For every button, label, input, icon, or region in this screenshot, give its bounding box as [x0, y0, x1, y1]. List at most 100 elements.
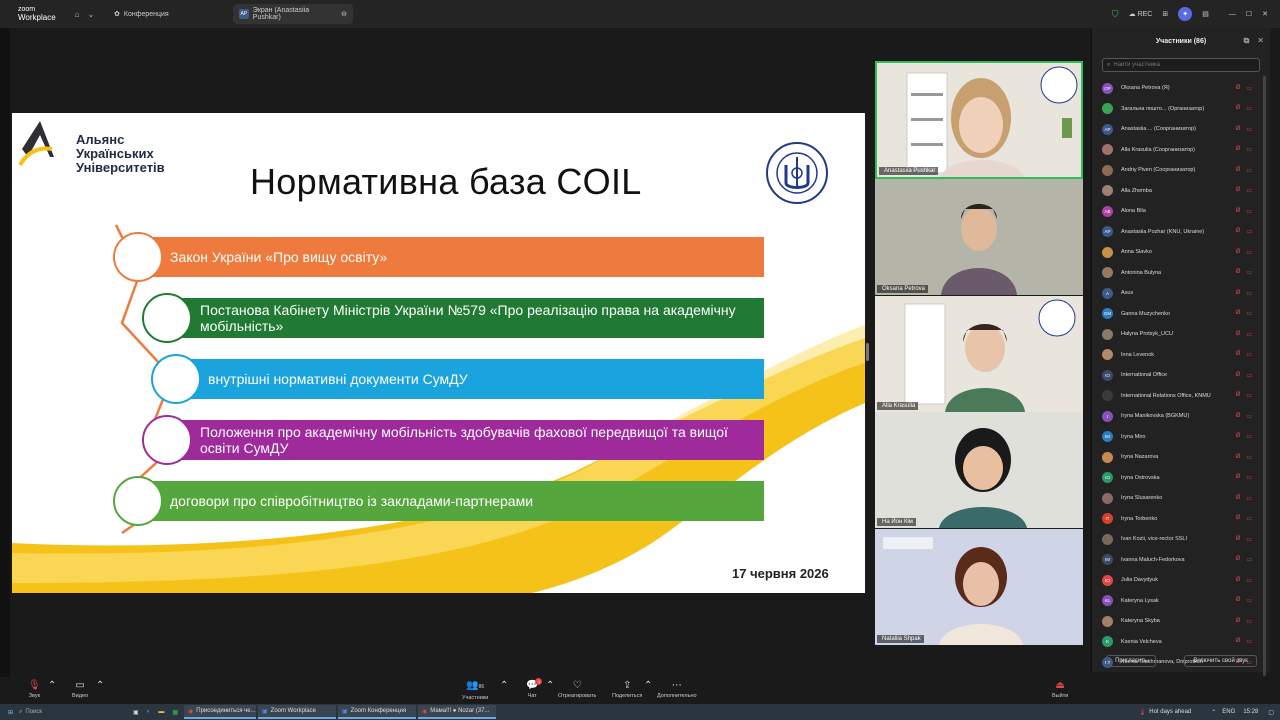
video-options-chevron[interactable]: ⌃: [96, 680, 104, 691]
taskbar-app-zoom[interactable]: ▣ Zoom Workplace: [258, 705, 336, 719]
notification-icon[interactable]: ▢: [1268, 709, 1274, 716]
language-indicator[interactable]: ENG: [1222, 709, 1235, 715]
participant-row[interactable]: Andriy Piven (Соорганизатор) Ø ▭: [1092, 160, 1270, 181]
participant-row[interactable]: Halyna Protsyk_UCU Ø ▭: [1092, 324, 1270, 345]
participant-row[interactable]: IM Ivanna Maluch-Fedorkova Ø ▭: [1092, 550, 1270, 571]
mic-muted-icon: Ø: [1235, 228, 1241, 235]
chat-chevron[interactable]: ⌃: [546, 680, 554, 691]
avatar: KL: [1102, 595, 1113, 607]
video-tile[interactable]: Nataliia Shpak: [875, 529, 1083, 645]
participant-row[interactable]: GM Ganna Muzychenko Ø ▭: [1092, 304, 1270, 325]
participant-row[interactable]: Inna Levenok Ø ▭: [1092, 345, 1270, 366]
weather-widget[interactable]: 🌡 Hot days ahead: [1139, 709, 1192, 716]
more-button[interactable]: ⋯ Дополнительно: [657, 680, 697, 699]
participant-row[interactable]: Alla Krasulia (Соорганизатор) Ø ▭: [1092, 140, 1270, 161]
participant-row[interactable]: IT Iryna Torbenko Ø ▭: [1092, 509, 1270, 530]
participant-row[interactable]: AP Anastasiia Pozhar (KNU, Ukraine) Ø ▭: [1092, 222, 1270, 243]
mic-muted-icon: Ø: [1235, 494, 1241, 501]
splitter-handle[interactable]: [866, 343, 869, 361]
home-icon[interactable]: ⌂: [70, 7, 84, 21]
video-tile[interactable]: Oksana Petrova: [875, 179, 1083, 295]
participant-row[interactable]: Alla Zhemba Ø ▭: [1092, 181, 1270, 202]
participants-chevron[interactable]: ⌃: [500, 680, 508, 691]
video-button[interactable]: ▭ Видео: [72, 680, 88, 699]
avatar: [1102, 144, 1113, 156]
participant-row[interactable]: OP Oksana Petrova (Я) Ø ▭: [1092, 78, 1270, 99]
participant-row[interactable]: I Iryna Manikovska (BGKMU) Ø ▭: [1092, 406, 1270, 427]
participant-row[interactable]: K Ksenia Velcheva Ø ▭: [1092, 632, 1270, 653]
invite-button[interactable]: Пригласить: [1106, 655, 1157, 667]
video-tile[interactable]: Ha Йон Кім: [875, 412, 1083, 528]
video-tile[interactable]: Alla Krasulia: [875, 296, 1083, 412]
participant-name: Ksenia Velcheva: [1121, 638, 1162, 645]
participant-row[interactable]: Anna Slavko Ø ▭: [1092, 242, 1270, 263]
explorer-icon[interactable]: ▬: [158, 709, 164, 715]
taskbar-app-chrome[interactable]: ◉ Присоединиться че...: [184, 705, 256, 719]
participant-row[interactable]: Kateryna Skyba Ø ▭: [1092, 611, 1270, 632]
audio-options-chevron[interactable]: ⌃: [48, 680, 56, 691]
edge-icon[interactable]: ◐: [147, 709, 151, 715]
avatar: IM: [1102, 431, 1113, 443]
avatar: AP: [1102, 123, 1113, 135]
participant-row[interactable]: IO Iryna Ostrovska Ø ▭: [1092, 468, 1270, 489]
start-icon[interactable]: ⊞: [8, 709, 13, 716]
participant-search[interactable]: ⌕: [1102, 58, 1260, 72]
clock[interactable]: 15:28: [1243, 709, 1258, 715]
slide-title: Нормативна база COIL: [250, 161, 642, 202]
participant-row[interactable]: Iryna Slusarenko Ø ▭: [1092, 488, 1270, 509]
share-chevron[interactable]: ⌃: [644, 680, 652, 691]
chevron-down-icon[interactable]: ⌄: [84, 7, 98, 21]
unmute-all-button[interactable]: Включить свой звук: [1184, 655, 1257, 667]
participant-row[interactable]: International Relations Office, KNMU Ø ▭: [1092, 386, 1270, 407]
leave-button[interactable]: ⏏ Выйти: [1052, 680, 1068, 699]
camera-off-icon: ▭: [1246, 516, 1252, 523]
participant-row[interactable]: Загальна пошто... (Организатор) Ø ▭: [1092, 99, 1270, 120]
audio-button[interactable]: 🎙 Звук: [28, 680, 41, 699]
tab-screen[interactable]: AP Экран (Anastasiia Pushkar) ⊖: [233, 4, 353, 24]
search-icon: ⌕: [1107, 61, 1111, 68]
close-icon[interactable]: ✕: [1257, 36, 1264, 46]
participant-row[interactable]: IM Iryna Miro Ø ▭: [1092, 427, 1270, 448]
avatar: [1102, 103, 1113, 115]
task-view-icon[interactable]: ▣: [133, 709, 139, 716]
participant-row[interactable]: AB Alona Bila Ø ▭: [1092, 201, 1270, 222]
taskbar-search[interactable]: ⌕ Поиск: [19, 709, 129, 716]
minimize-icon[interactable]: —: [1229, 11, 1236, 18]
rec-button[interactable]: ☁ REC: [1129, 10, 1153, 19]
notes-icon[interactable]: ▤: [1202, 10, 1209, 18]
mic-muted-icon: Ø: [1235, 207, 1241, 214]
search-input[interactable]: [1113, 62, 1254, 68]
participant-row[interactable]: KL Kateryna Lysak Ø ▭: [1092, 591, 1270, 612]
participant-row[interactable]: IO International Office Ø ▭: [1092, 365, 1270, 386]
maximize-icon[interactable]: ☐: [1246, 10, 1252, 18]
chat-button[interactable]: 💬 1 Чат: [526, 678, 543, 699]
close-icon[interactable]: ✕: [1262, 10, 1268, 18]
taskbar-app-zoom-meeting[interactable]: ▣ Zoom Конференция: [338, 705, 416, 719]
apps-icon[interactable]: ⊞: [1162, 10, 1168, 18]
ai-companion-icon[interactable]: ✦: [1178, 7, 1193, 21]
participant-name: Antonina Bulyna: [1121, 269, 1162, 276]
excel-icon[interactable]: ▦: [172, 709, 178, 716]
shield-icon[interactable]: ⛉: [1112, 9, 1119, 20]
participants-button[interactable]: 👥86 Участники: [462, 680, 488, 701]
participant-row[interactable]: Antonina Bulyna Ø ▭: [1092, 263, 1270, 284]
scrollbar[interactable]: [1263, 76, 1266, 676]
minus-circle-icon[interactable]: ⊖: [341, 10, 347, 18]
leave-label: Выйти: [1052, 693, 1069, 699]
share-button[interactable]: ⇪ Поделиться: [612, 680, 642, 699]
react-button[interactable]: ♡ Отреагировать: [558, 680, 596, 699]
taskbar-app-chat[interactable]: ◉ Мама!!! ● Nozar (37...: [418, 705, 496, 719]
video-tile[interactable]: Anastasiia Pushkar: [875, 61, 1083, 179]
tab-conference[interactable]: ✿ Конференция: [108, 4, 233, 24]
participant-row[interactable]: Ivan Kozii, vice-rector SSLI Ø ▭: [1092, 529, 1270, 550]
slide-item-4-text: Положення про академічну мобільність здо…: [200, 424, 728, 456]
avatar: [1102, 492, 1113, 504]
participant-row[interactable]: A Asus Ø ▭: [1092, 283, 1270, 304]
avatar: [1102, 390, 1113, 402]
popout-icon[interactable]: ⧉: [1244, 36, 1250, 46]
tray-chevron-icon[interactable]: ⌃: [1211, 709, 1216, 716]
participant-row[interactable]: AP Anastasiia ... (Соорганизатор) Ø ▭: [1092, 119, 1270, 140]
participant-row[interactable]: IO Julia Davydyuk Ø ▭: [1092, 570, 1270, 591]
avatar: I: [1102, 410, 1113, 422]
participant-row[interactable]: Iryna Nazarova Ø ▭: [1092, 447, 1270, 468]
